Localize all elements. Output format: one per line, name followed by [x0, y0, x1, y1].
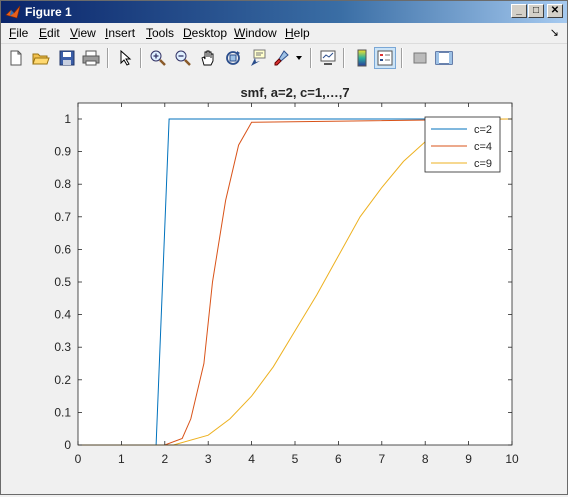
insert-colorbar-icon[interactable] — [351, 47, 373, 69]
y-tick-label: 0.6 — [54, 242, 71, 256]
figure-canvas[interactable]: smf, a=2, c=1,…,7 0 1 2 3 4 5 6 7 8 9 10 0 0.1 0.2 0.… — [1, 72, 567, 494]
maximize-button[interactable]: □ — [528, 4, 544, 18]
insert-legend-icon[interactable] — [374, 47, 396, 69]
data-cursor-icon[interactable] — [247, 47, 269, 69]
menu-bar: File Edit View Insert Tools Desktop Wind… — [1, 23, 567, 43]
menu-view[interactable]: View — [70, 26, 96, 40]
open-file-icon[interactable] — [30, 47, 52, 69]
x-tick-label: 2 — [161, 452, 168, 466]
title-bar[interactable]: Figure 1 _ □ ✕ — [1, 1, 567, 23]
dock-arrow-icon[interactable]: ↘ — [550, 26, 559, 39]
zoom-out-icon[interactable] — [172, 47, 194, 69]
x-tick-label: 0 — [75, 452, 82, 466]
y-tick-label: 0.8 — [54, 177, 71, 191]
save-icon[interactable] — [56, 47, 78, 69]
y-tick-label: 0.5 — [54, 275, 71, 289]
y-tick-label: 0.4 — [54, 308, 71, 322]
toolbar-separator — [140, 48, 142, 68]
window-title: Figure 1 — [25, 5, 72, 19]
edit-plot-icon[interactable] — [115, 47, 137, 69]
matlab-icon — [5, 5, 21, 19]
menu-desktop[interactable]: Desktop — [183, 26, 227, 40]
x-tick-label: 4 — [248, 452, 255, 466]
figure-window: Figure 1 _ □ ✕ File Edit View Insert Too… — [0, 0, 568, 495]
brush-dropdown-icon[interactable] — [293, 47, 305, 69]
menu-insert[interactable]: Insert — [105, 26, 135, 40]
show-plot-tools-icon[interactable] — [433, 47, 455, 69]
figure-toolbar — [1, 43, 567, 73]
x-tick-label: 3 — [205, 452, 212, 466]
minimize-button[interactable]: _ — [511, 4, 527, 18]
pan-icon[interactable] — [197, 47, 219, 69]
chart-title: smf, a=2, c=1,…,7 — [240, 85, 349, 100]
toolbar-separator — [107, 48, 109, 68]
close-button[interactable]: ✕ — [547, 4, 563, 18]
toolbar-separator — [310, 48, 312, 68]
y-tick-label: 0.7 — [54, 210, 71, 224]
x-tick-label: 6 — [335, 452, 342, 466]
x-tick-label: 8 — [422, 452, 429, 466]
legend-label: c=2 — [474, 124, 492, 136]
x-tick-label: 5 — [292, 452, 299, 466]
hide-plot-tools-icon[interactable] — [409, 47, 431, 69]
x-tick-label: 7 — [378, 452, 385, 466]
brush-icon[interactable] — [271, 47, 293, 69]
menu-edit[interactable]: Edit — [39, 26, 60, 40]
toolbar-separator — [401, 48, 403, 68]
menu-window[interactable]: Window — [234, 26, 277, 40]
menu-tools[interactable]: Tools — [146, 26, 174, 40]
y-tick-label: 0.2 — [54, 373, 71, 387]
zoom-in-icon[interactable] — [147, 47, 169, 69]
toolbar-separator — [343, 48, 345, 68]
link-plot-icon[interactable] — [317, 47, 339, 69]
y-tick-label: 1 — [64, 112, 71, 126]
rotate-3d-icon[interactable] — [222, 47, 244, 69]
x-tick-label: 9 — [465, 452, 472, 466]
x-tick-label: 1 — [118, 452, 125, 466]
new-figure-icon[interactable] — [5, 47, 27, 69]
x-tick-label: 10 — [505, 452, 519, 466]
y-tick-label: 0.1 — [54, 405, 71, 419]
print-icon[interactable] — [80, 47, 102, 69]
y-tick-label: 0.9 — [54, 145, 71, 159]
legend-label: c=9 — [474, 158, 492, 170]
menu-file[interactable]: File — [9, 26, 28, 40]
menu-help[interactable]: Help — [285, 26, 310, 40]
legend[interactable]: c=2 c=4 c=9 — [424, 116, 501, 173]
legend-label: c=4 — [474, 141, 492, 153]
plot-svg[interactable]: smf, a=2, c=1,…,7 0 1 2 3 4 5 6 7 8 9 10 0 0.1 0.2 0.… — [1, 72, 567, 494]
y-tick-label: 0 — [64, 438, 71, 452]
y-tick-label: 0.3 — [54, 340, 71, 354]
